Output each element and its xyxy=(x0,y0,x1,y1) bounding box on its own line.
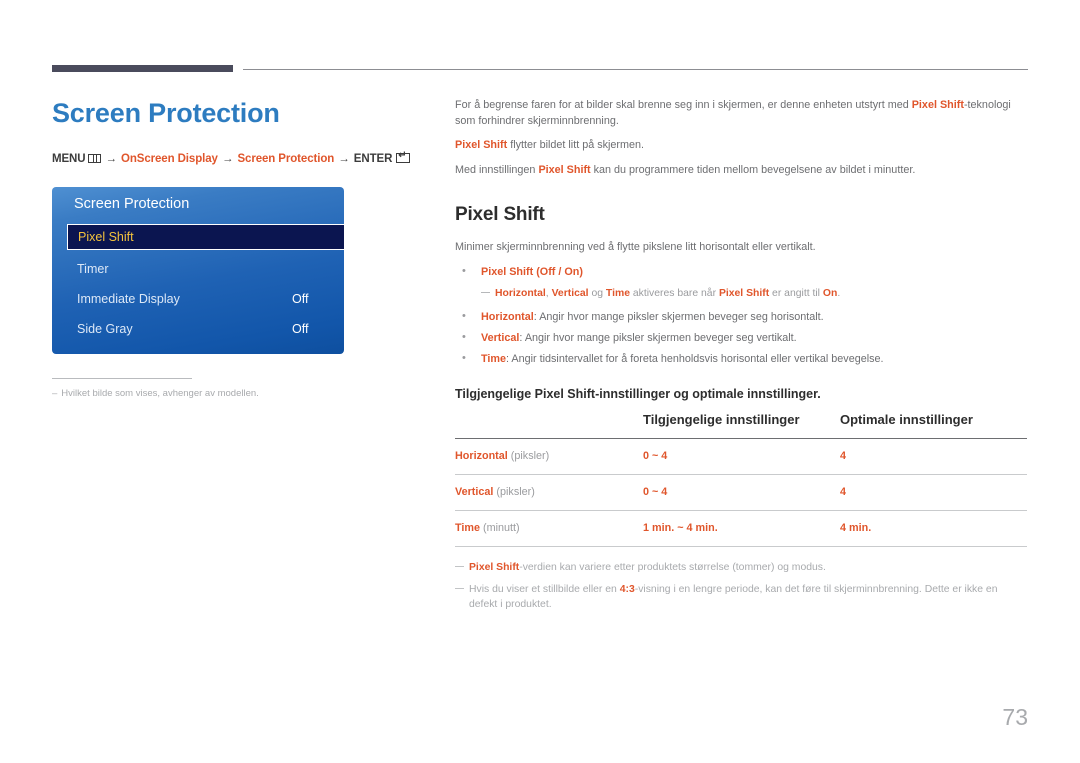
table-cell-available: 0 ~ 4 xyxy=(643,486,668,498)
osd-item-value: Off xyxy=(292,322,309,336)
subnote-mid-3: er angitt til xyxy=(769,287,823,299)
breadcrumb-step-screen-protection[interactable]: Screen Protection xyxy=(237,153,334,165)
table-term: Horizontal xyxy=(455,450,508,462)
header-rule-thin xyxy=(243,69,1028,70)
table-term: Vertical xyxy=(455,486,494,498)
left-footnote: – Hvilket bilde som vises, avhenger av mo… xyxy=(52,388,259,399)
settings-table: Tilgjengelige innstillinger Optimale inn… xyxy=(455,407,1027,547)
osd-item-label: Side Gray xyxy=(77,322,133,336)
table-cell-term: Vertical (piksler) xyxy=(455,474,643,510)
bullet-text: : Angir hvor mange piksler skjermen beve… xyxy=(533,310,824,323)
bullet-text: : Angir tidsintervallet for å foreta hen… xyxy=(506,352,884,365)
osd-item-label: Pixel Shift xyxy=(78,230,134,244)
table-cell-optimal: 4 xyxy=(840,486,847,498)
bullet-options: (Off / On) xyxy=(533,265,583,278)
table-cell-available: 0 ~ 4 xyxy=(643,450,668,462)
subnote-mid-2: aktiveres bare når xyxy=(629,287,719,299)
table-cell-optimal: 4 xyxy=(840,450,847,462)
bullet-term: Horizontal xyxy=(481,310,534,323)
footnotes: Pixel Shift-verdien kan variere etter pr… xyxy=(455,560,1027,612)
menu-grid-icon xyxy=(88,154,102,163)
table-row: Horizontal (piksler) 0 ~ 4 4 xyxy=(455,438,1027,474)
intro-p2-b: flytter bildet litt på skjermen. xyxy=(507,139,645,151)
osd-panel-title: Screen Protection xyxy=(74,196,190,212)
subnote-activation: Horizontal, Vertical og Time aktiveres b… xyxy=(455,286,1027,301)
bullet-term: Time xyxy=(481,352,507,365)
breadcrumb-step-onscreen-display[interactable]: OnScreen Display xyxy=(121,153,218,165)
intro-p2-term: Pixel Shift xyxy=(455,139,508,151)
osd-item-timer[interactable]: Timer xyxy=(67,254,344,284)
osd-item-label: Timer xyxy=(77,262,109,276)
table-cell-term: Horizontal (piksler) xyxy=(455,438,643,474)
breadcrumb: MENU → OnScreen Display → Screen Protecti… xyxy=(52,151,411,165)
table-row: Vertical (piksler) 0 ~ 4 4 xyxy=(455,474,1027,510)
intro-p3-a: Med innstillingen xyxy=(455,163,539,176)
subnote-term-horizontal: Horizontal xyxy=(495,287,546,299)
table-unit: (piksler) xyxy=(507,450,550,462)
table-header-blank xyxy=(455,407,643,439)
table-unit: (minutt) xyxy=(480,522,520,534)
subnote-term-time: Time xyxy=(605,287,630,299)
intro-paragraph-1: For å begrense faren for at bilder skal … xyxy=(455,98,1027,129)
table-term: Time xyxy=(455,522,481,534)
subnote-term-vertical: Vertical xyxy=(551,287,589,299)
bullet-term: Vertical xyxy=(481,331,520,344)
table-header-optimal: Optimale innstillinger xyxy=(840,412,973,427)
section-intro: Minimer skjerminnbrenning ved å flytte p… xyxy=(455,241,816,253)
table-unit: (piksler) xyxy=(493,486,535,498)
table-row: Time (minutt) 1 min. ~ 4 min. 4 min. xyxy=(455,510,1027,546)
enter-return-icon xyxy=(396,151,411,163)
header-rule-dark xyxy=(52,65,233,72)
subnote-mid-1: og xyxy=(588,287,606,299)
bullet-vertical: Vertical: Angir hvor mange piksler skjer… xyxy=(455,330,1027,346)
subnote-end: . xyxy=(837,287,841,299)
page-number: 73 xyxy=(1002,704,1028,730)
bullet-time: Time: Angir tidsintervallet for å foreta… xyxy=(455,351,1027,367)
breadcrumb-arrow-2: → xyxy=(221,153,234,165)
intro-paragraph-2: Pixel Shift flytter bildet litt på skjer… xyxy=(455,138,1027,154)
breadcrumb-arrow-3: → xyxy=(338,153,350,165)
breadcrumb-arrow-1: → xyxy=(105,153,117,165)
footnote-pre: Hvis du viser et stillbilde eller en xyxy=(469,583,620,595)
footnote-text: -verdien kan variere etter produktets st… xyxy=(519,561,826,573)
osd-item-side-gray[interactable]: Side Gray Off xyxy=(67,314,344,344)
table-cell-term: Time (minutt) xyxy=(455,510,643,546)
intro-p1-a: For å begrense faren for at bilder skal … xyxy=(455,99,912,111)
breadcrumb-menu-label: MENU xyxy=(52,153,86,165)
left-footnote-rule xyxy=(52,378,192,379)
table-header-available: Tilgjengelige innstillinger xyxy=(643,412,800,427)
bullet-horizontal: Horizontal: Angir hvor mange piksler skj… xyxy=(455,309,1027,325)
section-title-pixel-shift: Pixel Shift xyxy=(455,204,545,225)
footnote-still-image: Hvis du viser et stillbilde eller en 4:3… xyxy=(455,582,1027,612)
intro-p1-term: Pixel Shift xyxy=(911,99,964,111)
intro-p3-term: Pixel Shift xyxy=(538,163,591,176)
bullet-text: : Angir hvor mange piksler skjermen beve… xyxy=(519,331,797,344)
osd-menu-panel: Screen Protection Pixel Shift Timer Imme… xyxy=(52,187,344,354)
main-content: For å begrense faren for at bilder skal … xyxy=(455,98,1027,619)
bullet-term: Pixel Shift xyxy=(481,265,534,278)
subnote-term-on: On xyxy=(822,287,838,299)
subnote-term-pixel-shift: Pixel Shift xyxy=(718,287,770,299)
intro-p3-c: kan du programmere tiden mellom bevegels… xyxy=(590,163,916,176)
left-footnote-dash: – xyxy=(52,388,58,399)
osd-item-immediate-display[interactable]: Immediate Display Off xyxy=(67,284,344,314)
table-cell-available: 1 min. ~ 4 min. xyxy=(643,522,718,534)
bullet-pixel-shift: Pixel Shift (Off / On) xyxy=(455,264,1027,280)
left-footnote-text: Hvilket bilde som vises, avhenger av mod… xyxy=(61,388,259,399)
table-caption: Tilgjengelige Pixel Shift-innstillinger … xyxy=(455,386,821,401)
page-title: Screen Protection xyxy=(52,98,280,128)
intro-paragraph-3: Med innstillingen Pixel Shift kan du pro… xyxy=(455,163,1027,179)
footnote-term: 4:3 xyxy=(619,583,635,595)
footnote-pixel-shift-value: Pixel Shift-verdien kan variere etter pr… xyxy=(455,560,1027,575)
breadcrumb-enter-label: ENTER xyxy=(353,153,393,165)
table-cell-optimal: 4 min. xyxy=(840,522,872,534)
osd-item-value: Off xyxy=(292,292,309,306)
table-header-row: Tilgjengelige innstillinger Optimale inn… xyxy=(455,407,1027,439)
osd-menu-list: Pixel Shift Timer Immediate Display Off … xyxy=(67,224,344,344)
osd-item-label: Immediate Display xyxy=(77,292,180,306)
osd-item-pixel-shift[interactable]: Pixel Shift xyxy=(67,224,344,250)
footnote-term: Pixel Shift xyxy=(469,561,520,573)
